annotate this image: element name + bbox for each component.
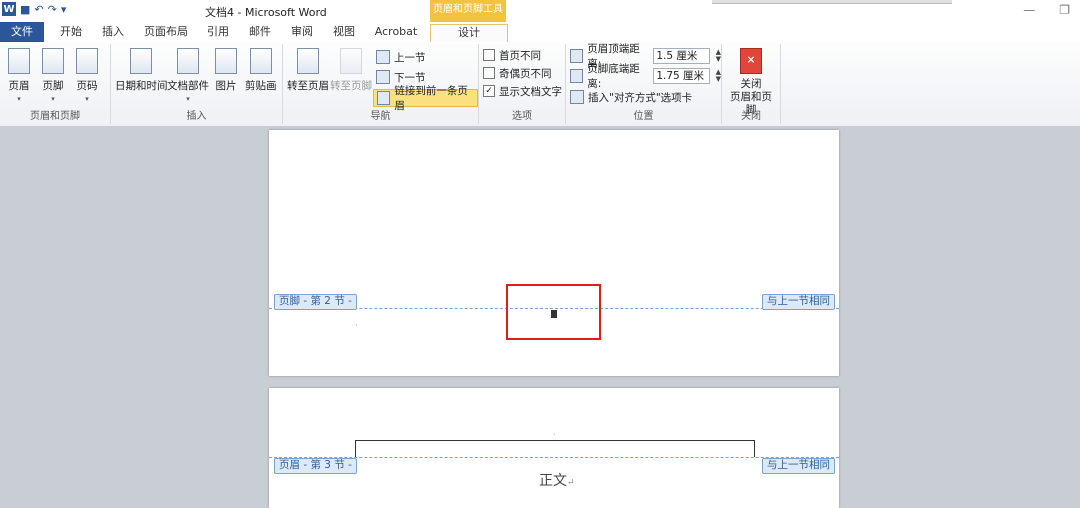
- search-bar: [712, 0, 952, 4]
- undo-icon[interactable]: ↶: [34, 3, 43, 16]
- same-as-previous-tag: 与上一节相同: [762, 458, 835, 474]
- window-title: 文档4 - Microsoft Word: [205, 6, 327, 19]
- save-icon[interactable]: ■: [20, 3, 30, 16]
- ribbon-tabs: 文件 开始 插入 页面布局 引用 邮件 审阅 视图 Acrobat 设计: [0, 22, 1080, 44]
- footer-button[interactable]: 页脚 ▾: [42, 48, 64, 103]
- quick-access-toolbar: W ■ ↶ ↷ ▾: [2, 2, 66, 16]
- document-page-2: · 页眉 - 第 3 节 - 与上一节相同 正文↵: [269, 388, 839, 508]
- picture-button[interactable]: 图片: [215, 48, 237, 93]
- restore-icon[interactable]: ❐: [1059, 3, 1070, 17]
- group-position: 页眉顶端距离: 1.5 厘米 ▲ ▼ 页脚底端距离: 1.75 厘米 ▲ ▼ 插入"…: [566, 43, 722, 124]
- page-number-icon: [76, 48, 98, 74]
- group-label: 位置: [633, 111, 654, 122]
- tab-file[interactable]: 文件: [0, 22, 44, 42]
- group-label: 插入: [186, 111, 207, 122]
- different-first-page-checkbox[interactable]: 首页不同: [483, 47, 541, 63]
- context-tab-header-footer-tools: 页眉和页脚工具: [430, 0, 506, 22]
- spinner-icon[interactable]: ▲ ▼: [716, 69, 721, 83]
- previous-section-icon: [376, 50, 390, 64]
- insert-alignment-tab-button[interactable]: 插入"对齐方式"选项卡: [570, 89, 692, 105]
- different-odd-even-checkbox[interactable]: 奇偶页不同: [483, 65, 552, 81]
- tab-home[interactable]: 开始: [58, 24, 84, 42]
- previous-section-button[interactable]: 上一节: [376, 49, 426, 65]
- footer-distance-icon: [570, 69, 584, 83]
- date-time-button[interactable]: 日期和时间: [115, 48, 168, 93]
- show-document-text-checkbox[interactable]: ✓ 显示文档文字: [483, 83, 562, 99]
- goto-footer-button[interactable]: 转至页脚: [330, 48, 372, 93]
- customize-qat-icon[interactable]: ▾: [61, 3, 67, 16]
- tab-view[interactable]: 视图: [331, 24, 357, 42]
- footer-distance-control: 页脚底端距离: 1.75 厘米 ▲ ▼: [570, 63, 721, 90]
- header-icon: [8, 48, 30, 74]
- goto-header-icon: [297, 48, 319, 74]
- word-logo-icon: W: [2, 2, 16, 16]
- tab-review[interactable]: 审阅: [289, 24, 315, 42]
- title-bar: W ■ ↶ ↷ ▾ 文档4 - Microsoft Word 页眉和页脚工具 —…: [0, 0, 1080, 22]
- group-navigation: 转至页眉 转至页脚 上一节 下一节 链接到前一条页眉 导航: [283, 44, 479, 124]
- next-section-icon: [376, 70, 390, 84]
- tab-insert[interactable]: 插入: [100, 24, 126, 42]
- alignment-tab-icon: [570, 90, 584, 104]
- group-label: 页眉和页脚: [30, 111, 80, 122]
- tab-acrobat[interactable]: Acrobat: [373, 24, 419, 42]
- goto-footer-icon: [340, 48, 362, 74]
- redo-icon[interactable]: ↷: [48, 3, 57, 16]
- checkbox-unchecked-icon: [483, 49, 495, 61]
- minimize-icon[interactable]: —: [1023, 3, 1035, 17]
- quick-parts-icon: [177, 48, 199, 74]
- clip-art-icon: [249, 48, 272, 74]
- group-options: 首页不同 奇偶页不同 ✓ 显示文档文字 选项: [479, 44, 566, 124]
- group-header-footer: 页眉 ▾ 页脚 ▾ 页码 ▾ 页眉和页脚: [0, 44, 111, 124]
- link-icon: [377, 91, 391, 105]
- same-as-previous-tag: 与上一节相同: [762, 294, 835, 310]
- header-distance-input[interactable]: 1.5 厘米: [653, 48, 710, 64]
- footer-section-tag: 页脚 - 第 2 节 -: [274, 294, 357, 310]
- group-label: 选项: [512, 111, 532, 122]
- checkbox-unchecked-icon: [483, 67, 495, 79]
- tab-mailings[interactable]: 邮件: [247, 24, 273, 42]
- spinner-icon[interactable]: ▲ ▼: [716, 49, 721, 63]
- group-insert: 日期和时间 文档部件 ▾ 图片 剪贴画 插入: [111, 44, 283, 124]
- paragraph-mark: ·: [355, 321, 358, 330]
- goto-header-button[interactable]: 转至页眉: [287, 48, 329, 93]
- clip-art-button[interactable]: 剪贴画: [245, 48, 277, 93]
- header-border: [355, 440, 755, 457]
- group-close: × 关闭 页眉和页脚 关闭: [722, 44, 781, 124]
- tab-references[interactable]: 引用: [205, 24, 231, 42]
- footer-icon: [42, 48, 64, 74]
- header-section-tag: 页眉 - 第 3 节 -: [274, 458, 357, 474]
- footer-distance-input[interactable]: 1.75 厘米: [653, 68, 710, 84]
- page-number-field[interactable]: [551, 310, 557, 318]
- header-distance-icon: [570, 49, 584, 63]
- window-controls: — ❐: [1023, 3, 1070, 17]
- group-label: 关闭: [741, 111, 761, 122]
- group-label: 导航: [370, 111, 391, 122]
- tab-design[interactable]: 设计: [430, 24, 508, 44]
- calendar-icon: [130, 48, 153, 74]
- close-icon: ×: [740, 48, 762, 74]
- paragraph-mark: ·: [553, 430, 556, 439]
- ribbon: 页眉 ▾ 页脚 ▾ 页码 ▾ 页眉和页脚 日期和时间 文档部件 ▾ 图片 剪贴画 插入: [0, 42, 1080, 127]
- body-text: 正文↵: [539, 473, 575, 489]
- link-to-previous-button[interactable]: 链接到前一条页眉: [373, 85, 478, 112]
- tab-page-layout[interactable]: 页面布局: [143, 24, 189, 42]
- picture-icon: [215, 48, 237, 74]
- header-button[interactable]: 页眉 ▾: [8, 48, 30, 103]
- checkbox-checked-icon: ✓: [483, 85, 495, 97]
- page-number-button[interactable]: 页码 ▾: [76, 48, 98, 103]
- quick-parts-button[interactable]: 文档部件 ▾: [167, 48, 209, 103]
- document-page-1: 页脚 - 第 2 节 - 与上一节相同 ·: [269, 130, 839, 376]
